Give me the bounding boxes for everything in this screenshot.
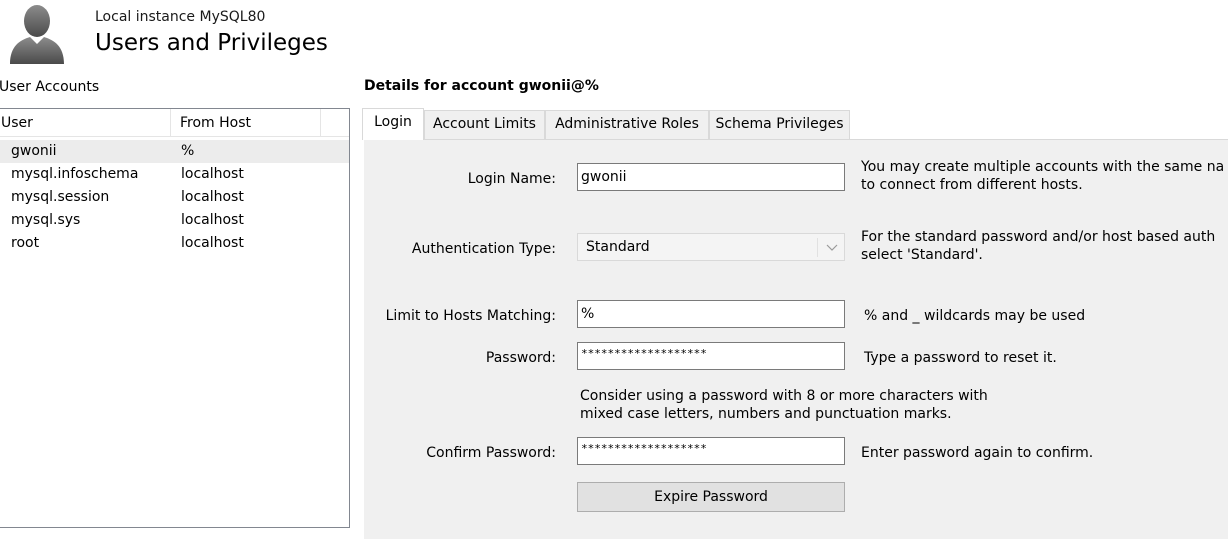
tab-login[interactable]: Login — [362, 108, 424, 140]
user-accounts-list[interactable]: User From Host gwonii % mysql.infoschema… — [0, 108, 350, 528]
login-name-hint-line1: You may create multiple accounts with th… — [861, 159, 1225, 175]
expire-password-button[interactable]: Expire Password — [577, 482, 845, 512]
page-title: Users and Privileges — [95, 30, 328, 56]
account-host: localhost — [181, 189, 244, 205]
account-user: mysql.sys — [11, 212, 81, 228]
combo-separator — [817, 238, 818, 257]
auth-type-hint-line2: select 'Standard'. — [861, 247, 983, 263]
login-name-input[interactable] — [577, 163, 845, 191]
account-user: mysql.infoschema — [11, 166, 139, 182]
instance-label: Local instance MySQL80 — [95, 9, 266, 25]
account-user: mysql.session — [11, 189, 110, 205]
details-heading: Details for account gwonii@% — [364, 78, 599, 94]
account-row-mysql-infoschema[interactable]: mysql.infoschema localhost — [0, 163, 349, 186]
user-avatar-icon — [10, 5, 64, 64]
account-host: % — [181, 143, 195, 159]
chevron-down-icon — [826, 244, 838, 251]
password-hint: Type a password to reset it. — [864, 350, 1057, 366]
auth-type-label: Authentication Type: — [411, 241, 556, 257]
account-host: localhost — [181, 235, 244, 251]
account-row-mysql-sys[interactable]: mysql.sys localhost — [0, 209, 349, 232]
password-input[interactable] — [577, 342, 845, 370]
password-advice-line1: Consider using a password with 8 or more… — [580, 388, 988, 404]
password-label: Password: — [485, 350, 556, 366]
confirm-password-hint: Enter password again to confirm. — [861, 445, 1094, 461]
hosts-matching-hint: % and _ wildcards may be used — [864, 308, 1086, 324]
tab-schema-privileges[interactable]: Schema Privileges — [709, 110, 850, 139]
column-header-user[interactable]: User — [0, 109, 171, 137]
hosts-matching-label: Limit to Hosts Matching: — [385, 308, 556, 324]
account-host: localhost — [181, 212, 244, 228]
confirm-password-input[interactable] — [577, 437, 845, 465]
login-name-label: Login Name: — [467, 171, 556, 187]
tab-strip: Login Account Limits Administrative Role… — [362, 108, 1228, 140]
password-advice-line2: mixed case letters, numbers and punctuat… — [580, 406, 952, 422]
column-header-from-host[interactable]: From Host — [171, 109, 321, 137]
auth-type-hint-line1: For the standard password and/or host ba… — [861, 229, 1216, 245]
account-row-root[interactable]: root localhost — [0, 232, 349, 255]
user-accounts-heading: User Accounts — [0, 79, 100, 95]
confirm-password-label: Confirm Password: — [426, 445, 556, 461]
auth-type-value: Standard — [586, 239, 650, 255]
account-row-mysql-session[interactable]: mysql.session localhost — [0, 186, 349, 209]
account-host: localhost — [181, 166, 244, 182]
account-row-gwonii[interactable]: gwonii % — [0, 140, 349, 163]
account-user: gwonii — [11, 143, 57, 159]
tab-administrative-roles[interactable]: Administrative Roles — [545, 110, 709, 139]
login-name-hint-line2: to connect from different hosts. — [861, 177, 1083, 193]
hosts-matching-input[interactable] — [577, 300, 845, 328]
login-tab-panel: Login Name: You may create multiple acco… — [364, 139, 1228, 539]
column-header-filler — [321, 109, 349, 137]
account-user: root — [11, 235, 40, 251]
auth-type-select[interactable]: Standard — [577, 233, 845, 261]
list-header: User From Host — [0, 109, 349, 137]
tab-account-limits[interactable]: Account Limits — [424, 110, 545, 139]
